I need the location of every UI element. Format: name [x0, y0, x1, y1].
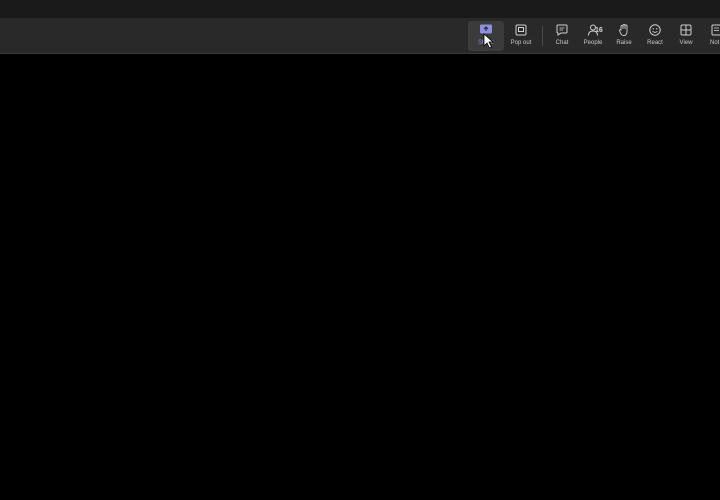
people-label: People [583, 40, 603, 46]
view-icon [680, 24, 692, 36]
toolbar-divider [542, 26, 543, 46]
raise-hand-icon [619, 24, 628, 36]
meeting-stage [0, 54, 720, 500]
notes-label: Not [710, 40, 720, 46]
meeting-toolbar: Share Pop out Chat People 16 [0, 18, 720, 54]
chat-icon [556, 24, 568, 36]
mouse-cursor-icon [483, 33, 495, 49]
view-label: View [679, 40, 693, 46]
pop-out-icon [515, 24, 527, 36]
react-label: React [647, 40, 663, 46]
react-icon [649, 24, 661, 36]
notes-icon [711, 24, 720, 36]
title-bar [0, 0, 720, 18]
pop-out-button[interactable]: Pop out [503, 21, 539, 51]
meeting-window: Share Pop out Chat People 16 [0, 0, 720, 500]
pop-out-label: Pop out [510, 40, 532, 46]
people-count-badge: 16 [595, 27, 603, 34]
raise-label: Raise [616, 40, 632, 46]
notes-button[interactable]: Not [699, 21, 720, 51]
chat-label: Chat [555, 40, 569, 46]
